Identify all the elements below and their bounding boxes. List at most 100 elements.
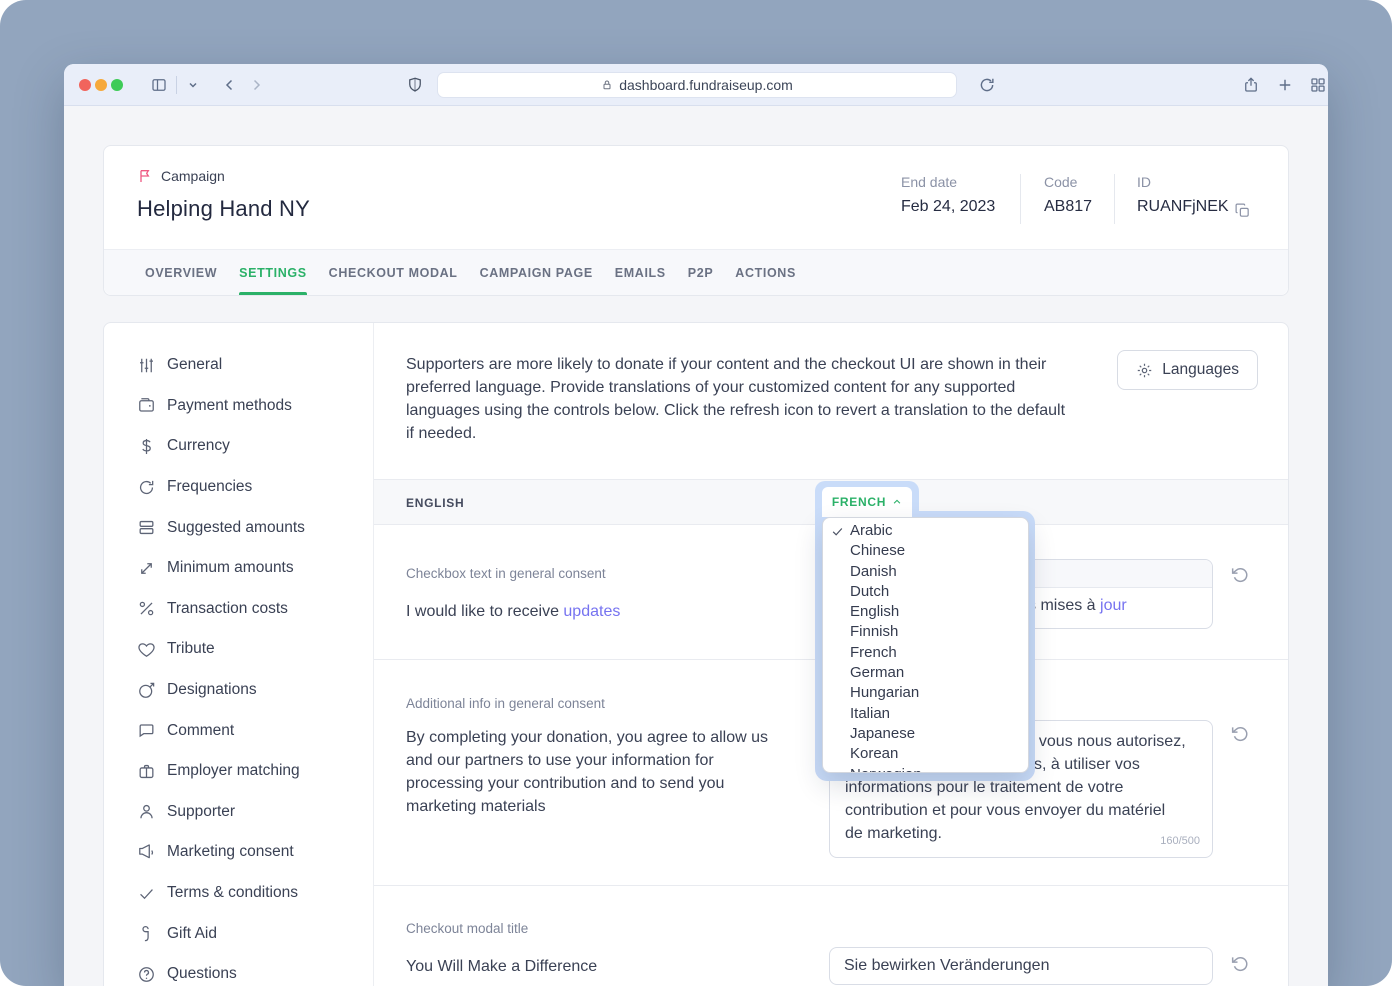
dropdown-item-french[interactable]: French <box>823 643 1028 663</box>
french-text-line: , vous nous autorisez, <box>1030 730 1186 753</box>
sidebar-item-currency[interactable]: Currency <box>104 426 373 467</box>
french-language-dropdown-button[interactable]: FRENCH <box>822 487 912 517</box>
sidebar-item-suggested-amounts[interactable]: Suggested amounts <box>104 507 373 548</box>
dropdown-item-hungarian[interactable]: Hungarian <box>823 683 1028 703</box>
new-tab-icon[interactable] <box>1274 74 1296 96</box>
sidebar-item-label: Comment <box>167 722 234 740</box>
privacy-shield-icon[interactable] <box>404 74 426 96</box>
dropdown-item-arabic[interactable]: Arabic <box>823 521 1028 541</box>
sidebar-item-minimum-amounts[interactable]: Minimum amounts <box>104 548 373 589</box>
sidebar-item-label: Currency <box>167 437 230 455</box>
revert-translation-icon[interactable] <box>1230 724 1250 744</box>
sidebar-item-terms-conditions[interactable]: Terms & conditions <box>104 873 373 914</box>
sidebar-item-designations[interactable]: Designations <box>104 670 373 711</box>
sidebar-item-frequencies[interactable]: Frequencies <box>104 467 373 508</box>
sidebar-item-gift-aid[interactable]: Gift Aid <box>104 913 373 954</box>
share-icon[interactable] <box>1240 74 1262 96</box>
stacked-cards-icon <box>137 518 156 537</box>
sidebar-item-label: Questions <box>167 965 237 983</box>
french-text-line: s, à utiliser vos <box>1034 753 1140 776</box>
row-checkout-modal-title: Checkout modal title You Will Make a Dif… <box>374 885 1288 986</box>
sidebar-item-label: Suggested amounts <box>167 519 305 537</box>
browser-toolbar: dashboard.fundraiseup.com <box>64 64 1328 106</box>
dropdown-item-dutch[interactable]: Dutch <box>823 582 1028 602</box>
sidebar-item-questions[interactable]: Questions <box>104 954 373 986</box>
chevron-up-icon <box>892 497 902 507</box>
sidebar-item-comment[interactable]: Comment <box>104 710 373 751</box>
french-translation-input[interactable]: Sie bewirken Veränderungen <box>829 947 1213 985</box>
tab-checkout-modal[interactable]: CHECKOUT MODAL <box>318 250 469 295</box>
target-arrow-icon <box>137 681 156 700</box>
dropdown-item-german[interactable]: German <box>823 663 1028 683</box>
refresh-cycle-icon <box>137 478 156 497</box>
sidebar-item-general[interactable]: General <box>104 345 373 386</box>
revert-translation-icon[interactable] <box>1230 565 1250 585</box>
sidebar-item-transaction-costs[interactable]: Transaction costs <box>104 589 373 630</box>
dropdown-item-danish[interactable]: Danish <box>823 562 1028 582</box>
desktop-background: dashboard.fundraiseup.com Campaign Helpi… <box>0 0 1392 986</box>
sidebar-item-label: Supporter <box>167 803 235 821</box>
end-date-value: Feb 24, 2023 <box>901 198 995 216</box>
id-label: ID <box>1137 174 1229 190</box>
sidebar-item-label: Designations <box>167 681 257 699</box>
tab-p2p[interactable]: P2P <box>677 250 725 295</box>
speech-bubble-icon <box>137 721 156 740</box>
meta-divider <box>1020 174 1021 224</box>
english-value: By completing your donation, you agree t… <box>406 726 784 818</box>
megaphone-icon <box>137 843 156 862</box>
reload-icon[interactable] <box>976 74 998 96</box>
selected-language-label: FRENCH <box>832 495 886 509</box>
tab-actions[interactable]: ACTIONS <box>724 250 807 295</box>
french-value-fragment: s mises à jour <box>1028 597 1127 615</box>
tab-overview[interactable]: OVERVIEW <box>134 250 228 295</box>
zoom-window-button[interactable] <box>111 79 123 91</box>
field-label: Checkbox text in general consent <box>406 566 606 581</box>
sidebar-item-payment-methods[interactable]: Payment methods <box>104 386 373 427</box>
copy-icon[interactable] <box>1234 202 1252 220</box>
url-text: dashboard.fundraiseup.com <box>619 77 793 93</box>
dropdown-item-japanese[interactable]: Japanese <box>823 724 1028 744</box>
sidebar-item-label: Transaction costs <box>167 600 288 618</box>
dropdown-item-korean[interactable]: Korean <box>823 744 1028 764</box>
sidebar-item-label: Payment methods <box>167 397 292 415</box>
percent-icon <box>137 599 156 618</box>
sidebar-item-employer-matching[interactable]: Employer matching <box>104 751 373 792</box>
sidebar-item-label: Frequencies <box>167 478 252 496</box>
forward-icon[interactable] <box>245 74 267 96</box>
url-bar[interactable]: dashboard.fundraiseup.com <box>437 72 957 98</box>
sidebar-item-label: Terms & conditions <box>167 884 298 902</box>
sidebar-item-supporter[interactable]: Supporter <box>104 792 373 833</box>
tab-overview-icon[interactable] <box>1307 74 1328 96</box>
jour-link[interactable]: jour <box>1100 597 1127 614</box>
diagonal-arrows-icon <box>137 559 156 578</box>
dropdown-item-english[interactable]: English <box>823 602 1028 622</box>
revert-translation-icon[interactable] <box>1230 954 1250 974</box>
updates-link[interactable]: updates <box>563 603 620 620</box>
code-block: Code AB817 <box>1044 174 1092 216</box>
dropdown-item-norwegian[interactable]: Norwegian <box>823 765 1028 773</box>
dollar-icon <box>137 437 156 456</box>
sidebar-item-marketing-consent[interactable]: Marketing consent <box>104 832 373 873</box>
close-window-button[interactable] <box>79 79 91 91</box>
sidebar-item-label: Gift Aid <box>167 925 217 943</box>
sidebar-item-label: Tribute <box>167 640 215 658</box>
languages-button[interactable]: Languages <box>1117 350 1258 390</box>
languages-button-label: Languages <box>1162 361 1239 379</box>
chevron-down-icon[interactable] <box>182 74 204 96</box>
sidebar-item-tribute[interactable]: Tribute <box>104 629 373 670</box>
id-value: RUANFjNEK <box>1137 198 1229 216</box>
minimize-window-button[interactable] <box>95 79 107 91</box>
english-column-label: ENGLISH <box>406 496 464 510</box>
dropdown-item-chinese[interactable]: Chinese <box>823 541 1028 561</box>
dropdown-item-finnish[interactable]: Finnish <box>823 622 1028 642</box>
question-circle-icon <box>137 965 156 984</box>
settings-sidebar: General Payment methods Currency Frequen… <box>104 323 374 986</box>
dropdown-item-italian[interactable]: Italian <box>823 704 1028 724</box>
sidebar-item-label: Marketing consent <box>167 843 294 861</box>
back-icon[interactable] <box>219 74 241 96</box>
tab-emails[interactable]: EMAILS <box>604 250 677 295</box>
language-dropdown-menu: Arabic Chinese Danish Dutch English Finn… <box>822 517 1029 773</box>
sidebar-toggle-icon[interactable] <box>148 74 170 96</box>
tab-campaign-page[interactable]: CAMPAIGN PAGE <box>469 250 604 295</box>
tab-settings[interactable]: SETTINGS <box>228 250 318 295</box>
